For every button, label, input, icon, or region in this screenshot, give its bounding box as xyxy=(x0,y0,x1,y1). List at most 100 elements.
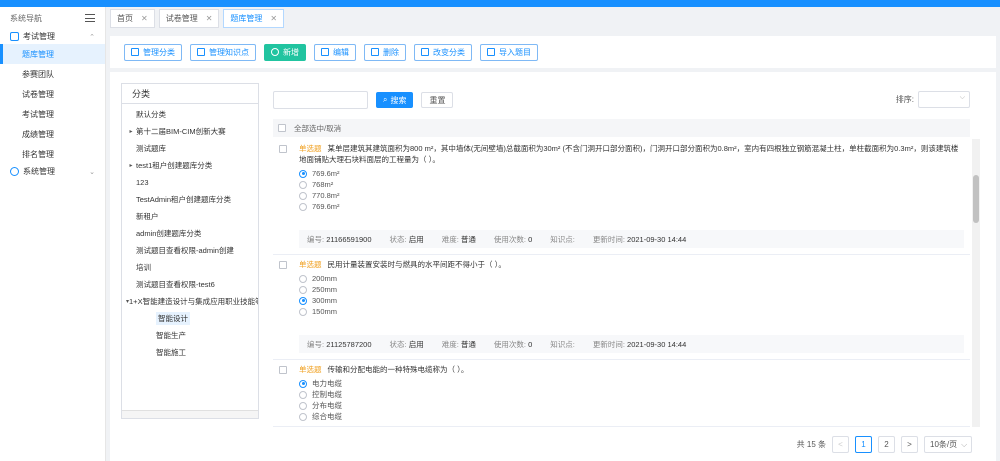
next-page-button[interactable]: > xyxy=(901,436,918,453)
radio-button[interactable] xyxy=(299,274,307,283)
tree-node[interactable]: ▸ 第十二届BIM-CIM创新大赛 xyxy=(122,123,258,140)
delete-button[interactable]: 删除 xyxy=(364,43,406,61)
tree-node[interactable]: admin创建题库分类 xyxy=(122,225,258,242)
page-button[interactable]: 2 xyxy=(878,436,895,453)
sidebar-item-question-bank[interactable]: 题库管理 xyxy=(0,44,105,64)
caret-right-icon[interactable]: ▸ xyxy=(126,128,136,135)
button-label: 管理知识点 xyxy=(209,47,249,57)
tree-node[interactable]: 智能施工 xyxy=(122,344,258,361)
radio-button[interactable] xyxy=(299,285,307,294)
search-icon: ⌕ xyxy=(383,95,388,104)
edit-button[interactable]: 编辑 xyxy=(314,43,356,61)
sidebar-group-system[interactable]: 系统管理 ⌄ xyxy=(0,164,105,179)
radio-button[interactable] xyxy=(299,202,307,211)
tree-node[interactable]: 测试题目查看权限-test6 xyxy=(122,276,258,293)
page-size-select[interactable]: 10条/页 ⌵ xyxy=(924,436,972,453)
tree-node[interactable]: 默认分类 xyxy=(122,106,258,123)
page-button[interactable]: 1 xyxy=(855,436,872,453)
radio-button[interactable] xyxy=(299,169,307,178)
sidebar-item-label: 考试管理 xyxy=(22,109,54,119)
add-button[interactable]: 新增 xyxy=(264,43,306,61)
option-item[interactable]: 200mm xyxy=(299,273,970,284)
option-item[interactable]: 769.6m² xyxy=(299,168,970,179)
tree-node[interactable]: 培训 xyxy=(122,259,258,276)
sidebar-item-exams[interactable]: 考试管理 xyxy=(0,104,105,124)
search-button[interactable]: ⌕ 搜索 xyxy=(376,92,414,108)
tree-node[interactable]: ▸ test1租户创建题库分类 xyxy=(122,157,258,174)
option-item[interactable]: 250mm xyxy=(299,284,970,295)
prev-page-button[interactable]: < xyxy=(832,436,849,453)
horizontal-scrollbar[interactable] xyxy=(122,410,258,418)
option-item[interactable]: 综合电缆 xyxy=(299,411,970,422)
radio-button[interactable] xyxy=(299,180,307,189)
option-label: 综合电缆 xyxy=(312,412,342,421)
sidebar-item-teams[interactable]: 参赛团队 xyxy=(0,64,105,84)
option-item[interactable]: 控制电缆 xyxy=(299,389,970,400)
radio-button[interactable] xyxy=(299,401,307,410)
question-checkbox[interactable] xyxy=(279,261,287,269)
sidebar-item-ranking[interactable]: 排名管理 xyxy=(0,144,105,164)
radio-button[interactable] xyxy=(299,191,307,200)
manage-knowledge-button[interactable]: 管理知识点 xyxy=(190,43,256,61)
select-all-row: 全部选中/取消 xyxy=(273,119,970,137)
option-item[interactable]: 770.8m² xyxy=(299,190,970,201)
scrollbar-thumb[interactable] xyxy=(973,175,979,223)
button-label: 导入题目 xyxy=(499,47,531,57)
tab-question-bank[interactable]: 题库管理 ✕ xyxy=(223,9,285,28)
question-type-tag: 单选题 xyxy=(299,260,322,269)
button-label: 新增 xyxy=(283,47,299,57)
option-item[interactable]: 150mm xyxy=(299,306,970,317)
question-panel: ⌕搜索 重置 排序: 全部选中/取消 单选题 某单层建筑其建筑面积为800 m²，… xyxy=(273,72,986,461)
change-category-button[interactable]: 改变分类 xyxy=(414,43,472,61)
tree-node[interactable]: 测试题目查看权限-admin创建 xyxy=(122,242,258,259)
question-checkbox[interactable] xyxy=(279,366,287,374)
tree-node[interactable]: 测试题库 xyxy=(122,140,258,157)
sidebar-group-exam[interactable]: 考试管理 ⌃ xyxy=(0,29,105,44)
collapse-menu-icon[interactable] xyxy=(85,14,95,22)
tab-label: 首页 xyxy=(117,14,133,23)
tree-node[interactable]: 智能设计 xyxy=(122,310,258,327)
option-item[interactable]: 300mm xyxy=(299,295,970,306)
list-icon xyxy=(421,48,429,56)
caret-right-icon[interactable]: ▸ xyxy=(126,162,136,169)
sidebar-item-papers[interactable]: 试卷管理 xyxy=(0,84,105,104)
reset-button[interactable]: 重置 xyxy=(421,92,454,108)
radio-button[interactable] xyxy=(299,390,307,399)
sidebar-group-label: 考试管理 xyxy=(23,32,55,41)
close-icon[interactable]: ✕ xyxy=(141,14,148,23)
option-item[interactable]: 769.6m² xyxy=(299,201,970,212)
tree-node-label: admin创建题库分类 xyxy=(136,229,202,238)
sidebar-title: 系统导航 xyxy=(10,13,42,23)
gear-icon xyxy=(10,167,19,176)
option-item[interactable]: 分布电缆 xyxy=(299,400,970,411)
search-input[interactable] xyxy=(273,91,368,109)
question-checkbox[interactable] xyxy=(279,145,287,153)
tree-node[interactable]: 智能生产 xyxy=(122,327,258,344)
vertical-scrollbar[interactable] xyxy=(972,139,980,427)
trash-icon xyxy=(371,48,379,56)
question-title: 单选题 传输和分配电能的一种特殊电缆称为（ ）。 xyxy=(299,364,970,375)
tab-home[interactable]: 首页 ✕ xyxy=(110,9,155,28)
tree-node[interactable]: ▾ 1+X智能建造设计与集成应用职业技能等 xyxy=(122,293,258,310)
tree-node[interactable]: 新租户 xyxy=(122,208,258,225)
tree-node[interactable]: TestAdmin租户创建题库分类 xyxy=(122,191,258,208)
tree-node[interactable]: 123 xyxy=(122,174,258,191)
option-item[interactable]: 768m² xyxy=(299,179,970,190)
select-all-checkbox[interactable] xyxy=(278,124,286,132)
sort-select[interactable] xyxy=(918,91,970,108)
sort-control: 排序: xyxy=(896,91,970,108)
tab-papers[interactable]: 试卷管理 ✕ xyxy=(158,9,220,28)
radio-button[interactable] xyxy=(299,379,307,388)
radio-button[interactable] xyxy=(299,412,307,421)
question-text: 某单层建筑其建筑面积为800 m²，其中墙体(无间壁墙)总截面积为30m² (不… xyxy=(299,144,959,164)
button-label: 管理分类 xyxy=(143,47,175,57)
option-item[interactable]: 电力电缆 xyxy=(299,378,970,389)
sidebar-item-scores[interactable]: 成绩管理 xyxy=(0,124,105,144)
radio-button[interactable] xyxy=(299,296,307,305)
radio-button[interactable] xyxy=(299,307,307,316)
manage-categories-button[interactable]: 管理分类 xyxy=(124,43,182,61)
tab-label: 试卷管理 xyxy=(165,14,198,23)
import-questions-button[interactable]: 导入题目 xyxy=(480,43,538,61)
close-icon[interactable]: ✕ xyxy=(270,14,277,23)
close-icon[interactable]: ✕ xyxy=(206,14,213,23)
